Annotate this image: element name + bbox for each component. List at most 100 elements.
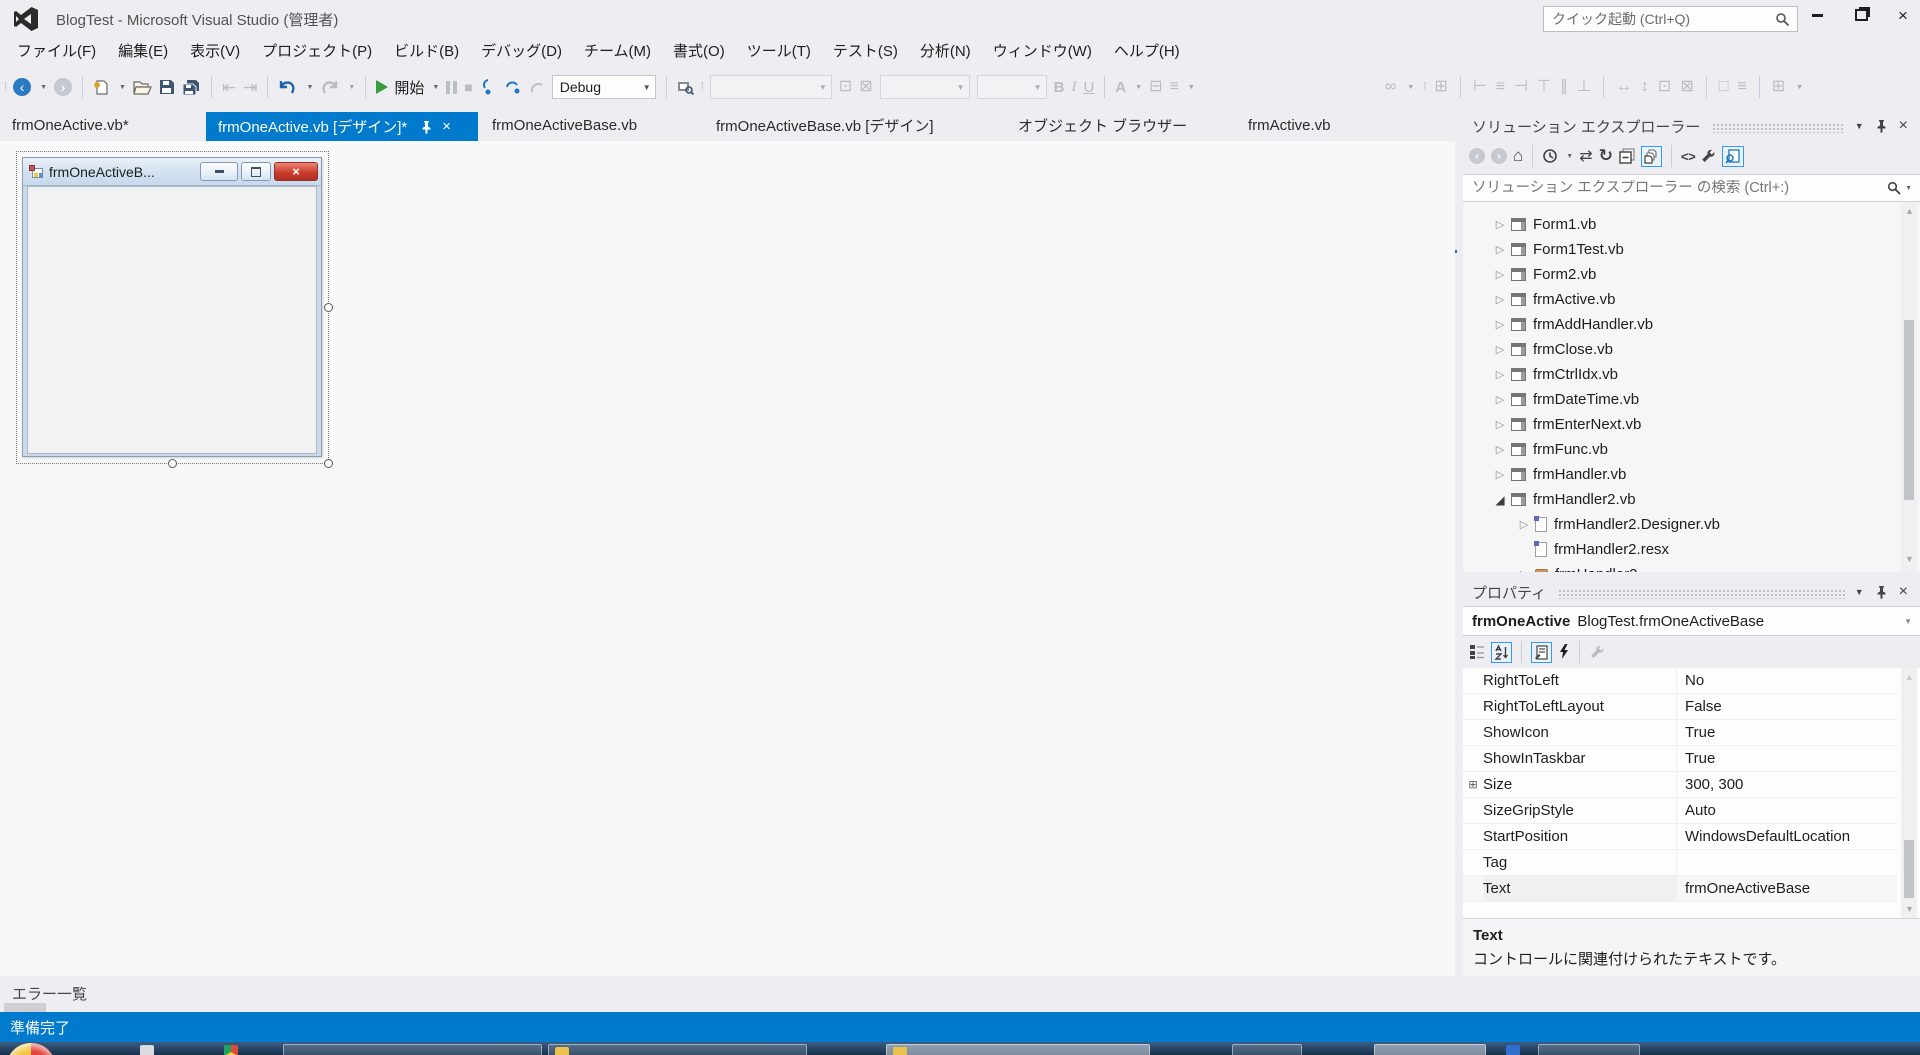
font-color-icon[interactable]: A [1115,79,1126,96]
link-styles-disabled-icon[interactable]: ∞ [1385,79,1396,95]
redo-icon[interactable] [320,79,339,96]
scrollbar-thumb[interactable] [1904,840,1914,898]
find-combo-disabled[interactable]: ▼ [709,75,832,99]
expander-icon[interactable]: ▷ [1489,268,1511,281]
tree-item-frmActive[interactable]: ▷ frmActive.vb [1463,287,1919,312]
menu-build[interactable]: ビルド(B) [383,40,470,61]
underline-icon[interactable]: U [1083,79,1094,96]
expander-icon[interactable]: ▷ [1489,368,1511,381]
pin-icon[interactable] [421,120,432,134]
window-position-dropdown-icon[interactable]: ▼ [1855,587,1864,597]
solution-tree-scrollbar[interactable]: ▲ ▼ [1901,202,1917,572]
taskbar-icon[interactable] [140,1045,154,1055]
italic-icon[interactable]: I [1071,79,1076,96]
start-debug-button[interactable]: 開始 ▼ [376,77,439,98]
expander-icon[interactable]: ▷ [1489,318,1511,331]
scroll-down-icon[interactable]: ▼ [1905,554,1914,564]
expander-icon[interactable]: ▷ [1489,468,1511,481]
view-code-icon[interactable]: < > [1681,149,1696,164]
taskbar-window-button[interactable] [1538,1044,1640,1055]
menu-edit[interactable]: 編集(E) [107,40,179,61]
horizontal-spacing-disabled-icon[interactable]: □ [1719,79,1729,95]
close-tab-icon[interactable]: × [442,118,451,135]
search-options-dropdown-icon[interactable]: ▼ [1905,185,1912,192]
align-centers-disabled-icon[interactable]: ≡ [1496,79,1505,95]
align-middles-disabled-icon[interactable]: ∥ [1560,79,1568,95]
resize-handle-bottom[interactable] [168,459,177,468]
scroll-up-icon[interactable]: ▲ [1905,672,1914,682]
navigate-backward-icon[interactable]: ‹ [13,78,32,96]
taskbar-window-button[interactable] [1374,1044,1486,1055]
align-tops-disabled-icon[interactable]: ⊤ [1537,79,1551,95]
toolbar-grip[interactable]: ⁞ [4,81,7,93]
size-to-grid-disabled-icon[interactable]: ⊠ [1680,79,1693,95]
expander-icon[interactable]: ◢ [1489,493,1511,507]
new-file-icon[interactable] [93,78,110,96]
highlight-disabled-icon[interactable]: ⊟ [1149,79,1162,95]
home-icon[interactable]: ⌂ [1513,146,1523,166]
align-lefts-disabled-icon[interactable]: ⊢ [1473,79,1487,95]
navigate-backward-dropdown-icon[interactable]: ▼ [40,84,47,91]
align-text-dropdown-icon[interactable]: ▼ [1188,84,1195,91]
search-icon[interactable] [1887,181,1901,195]
menu-format[interactable]: 書式(O) [662,40,736,61]
same-width-disabled-icon[interactable]: ↔ [1616,79,1632,95]
search-icon[interactable] [1775,12,1790,27]
tree-item-frmAddHandler[interactable]: ▷ frmAddHandler.vb [1463,312,1919,337]
error-list-tab[interactable]: エラー一覧 [12,983,87,1004]
properties-object-combo[interactable]: frmOneActive BlogTest.frmOneActiveBase ▼ [1463,606,1920,636]
tree-item-Form1[interactable]: ▷ Form1.vb [1463,212,1919,237]
tab-object-browser[interactable]: オブジェクト ブラウザー [1010,112,1262,138]
pin-icon[interactable] [1876,585,1887,599]
resize-handle-corner[interactable] [324,459,333,468]
font-size-combo-disabled[interactable]: ▼ [976,75,1047,99]
bold-icon[interactable]: B [1054,79,1065,96]
filter-dropdown-icon[interactable]: ▼ [1566,153,1573,160]
undo-icon[interactable] [278,79,297,96]
find-in-files-icon[interactable] [677,80,694,95]
menu-window[interactable]: ウィンドウ(W) [982,40,1103,61]
form-minimize-button[interactable] [200,162,238,181]
redo-dropdown-icon[interactable]: ▼ [348,84,355,91]
start-button[interactable] [6,1043,56,1055]
open-file-icon[interactable] [133,79,152,95]
order-dropdown-icon[interactable]: ▼ [1796,84,1803,91]
pending-changes-filter-icon[interactable] [1542,148,1558,164]
collapse-all-icon[interactable] [1619,148,1635,164]
quick-launch-input[interactable] [1544,11,1775,27]
expander-icon[interactable]: ▷ [1489,418,1511,431]
taskbar-window-button[interactable] [283,1044,542,1055]
property-row[interactable]: RightToLeft No [1463,668,1897,694]
form-close-button[interactable]: × [274,162,318,181]
properties-wrench-icon[interactable] [1700,148,1716,164]
taskbar-window-button-active[interactable] [886,1044,1150,1055]
tree-item-frmHandler2-designer[interactable]: ▷ frmHandler2.Designer.vb [1463,512,1920,537]
save-all-icon[interactable] [182,79,201,96]
stop-icon[interactable]: ■ [464,79,472,95]
panel-drag-texture[interactable] [1558,589,1845,599]
tree-item-frmHandler[interactable]: ▷ frmHandler.vb [1463,462,1919,487]
restore-window-button[interactable] [1842,0,1880,30]
step-into-icon[interactable] [480,78,497,96]
match-case-disabled-icon[interactable]: ⊠ [859,79,872,95]
panel-drag-texture[interactable] [1712,123,1845,133]
close-panel-icon[interactable]: × [1899,583,1908,601]
property-pages-disabled-icon[interactable] [1589,644,1605,660]
scroll-down-icon[interactable]: ▼ [1905,904,1914,914]
property-row[interactable]: RightToLeftLayout False [1463,694,1897,720]
step-over-icon[interactable] [504,79,521,96]
expander-icon[interactable]: ▷ [1489,343,1511,356]
pause-icon[interactable] [446,80,458,94]
pin-icon[interactable] [1876,119,1887,133]
designed-form-titlebar[interactable]: frmOneActiveB... × [23,158,321,186]
close-panel-icon[interactable]: × [1899,117,1908,135]
designed-form[interactable]: frmOneActiveB... × [22,157,322,457]
sync-with-active-document-icon[interactable]: ⇄ [1579,146,1592,166]
navigate-forward-icon[interactable]: › [54,78,72,96]
form-maximize-button[interactable] [241,162,271,181]
undo-dropdown-icon[interactable]: ▼ [306,84,313,91]
tree-item-frmHandler2-resx[interactable]: frmHandler2.resx [1463,537,1920,562]
property-row[interactable]: ShowIcon True [1463,720,1897,746]
expander-icon[interactable]: ▷ [1489,218,1511,231]
close-window-button[interactable]: × [1884,0,1920,30]
